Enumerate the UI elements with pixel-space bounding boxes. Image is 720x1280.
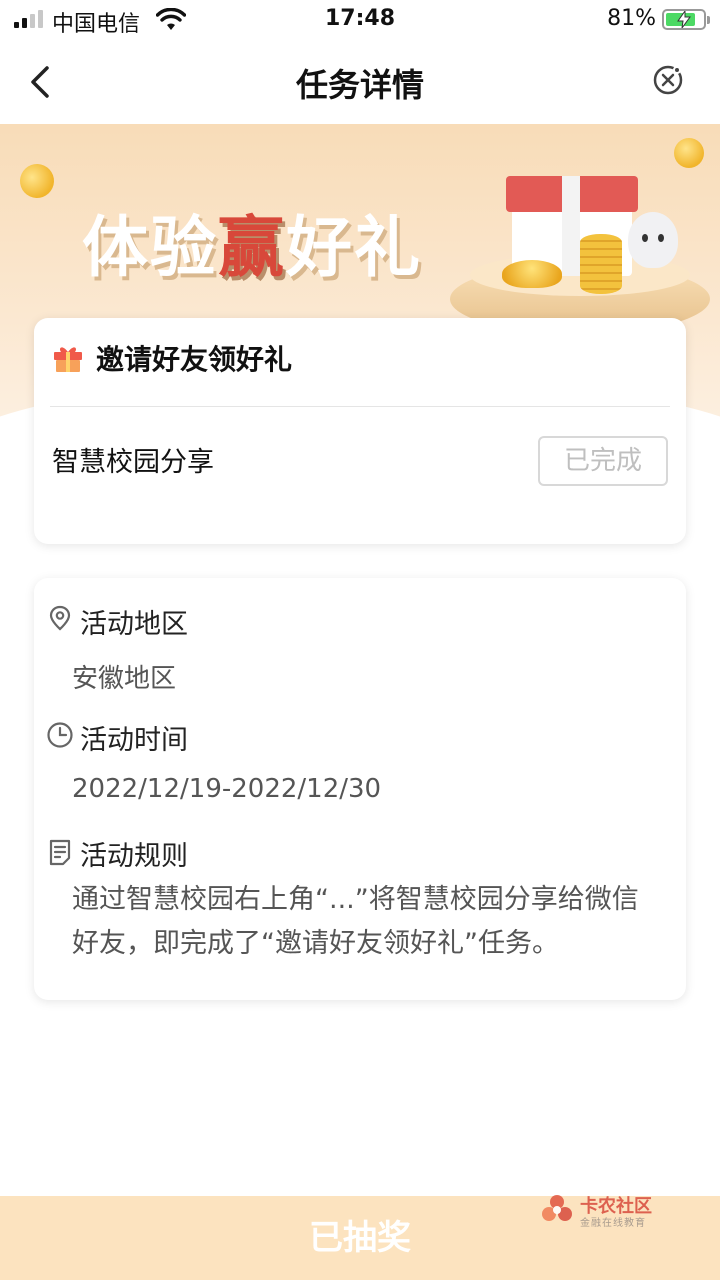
banner-title-accent: 赢 [218,209,286,286]
activity-info-card: 活动地区 安徽地区 活动时间 2022/12/19-2022/12/30 活动规… [34,578,686,1000]
banner-title-part2: 好礼 [286,209,422,286]
gift-box-ribbon [562,176,580,276]
close-circle-icon[interactable] [652,64,684,96]
banner-title: 体验赢好礼 [82,194,422,290]
task-detail-page: 中国电信 17:48 81% 任务详情 体验赢好礼 邀请好友领好礼 智慧校园分享… [0,0,720,1280]
mascot-illustration [628,212,678,268]
clock-icon [47,722,73,748]
time-label: 活动时间 [80,725,188,756]
coin-icon [15,159,59,203]
completed-status-button[interactable]: 已完成 [538,436,668,486]
task-card: 邀请好友领好礼 智慧校园分享 已完成 [34,318,686,544]
rules-label: 活动规则 [80,841,188,872]
watermark-subtitle: 金融在线教育 [580,1218,646,1229]
watermark-logo-icon [542,1195,572,1221]
task-name: 智慧校园分享 [52,447,214,478]
status-bar: 中国电信 17:48 81% [0,0,720,40]
gold-ingot-icon [502,260,562,288]
document-icon [49,839,71,866]
coin-stack-icon [580,234,622,294]
gift-icon [54,347,82,372]
battery-charging-icon [662,9,710,30]
watermark: 卡农社区 金融在线教育 [540,1190,670,1230]
region-label: 活动地区 [80,609,188,640]
nav-bar: 任务详情 [0,40,720,124]
coin-icon [674,138,704,168]
page-title: 任务详情 [295,66,424,104]
battery-percent: 81% [607,6,656,31]
location-pin-icon [49,605,71,631]
banner-title-part1: 体验 [82,209,218,286]
time-value: 2022/12/19-2022/12/30 [72,774,382,804]
region-value: 安徽地区 [72,664,177,694]
task-heading: 邀请好友领好礼 [96,343,293,376]
divider [50,406,670,407]
rules-text: 通过智慧校园右上角“...”将智慧校园分享给微信好友，即完成了“邀请好友领好礼”… [72,884,639,959]
